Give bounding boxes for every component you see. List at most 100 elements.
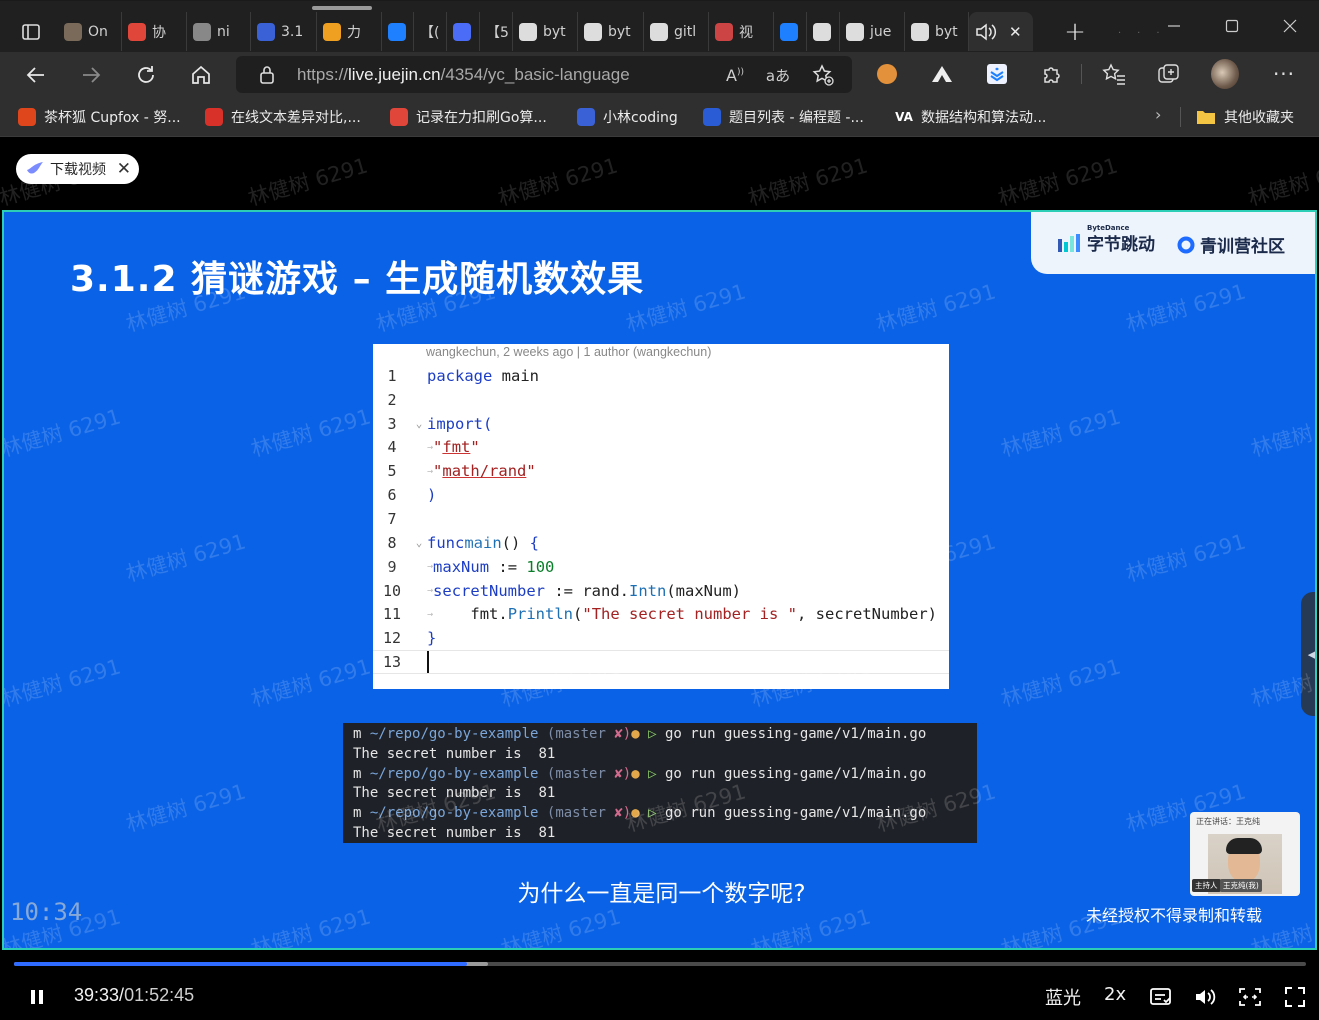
no-record-notice: 未经授权不得录制和转载 <box>1086 906 1263 925</box>
code-line: 8 ⌄ func main() { <box>387 533 539 552</box>
close-download-icon[interactable]: ✕ <box>117 159 131 179</box>
browser-tab[interactable] <box>774 12 807 51</box>
brand-box: ByteDance 字节跳动 青训营社区 <box>1031 212 1315 274</box>
text-cursor <box>427 651 429 674</box>
current-time: 39:33 <box>74 985 120 1005</box>
home-button[interactable] <box>184 58 218 92</box>
new-tab-button[interactable]: + <box>1058 15 1092 49</box>
browser-tab[interactable] <box>382 12 414 51</box>
nowcoder-icon <box>703 108 721 126</box>
tab-actions-button[interactable] <box>14 15 48 49</box>
browser-tab[interactable]: byt <box>578 12 644 51</box>
close-window-button[interactable] <box>1261 1 1319 51</box>
maximize-icon <box>1225 19 1239 33</box>
bear-logo-icon <box>577 108 595 126</box>
read-aloud-button[interactable]: A)) <box>720 60 750 90</box>
back-button[interactable] <box>19 58 53 92</box>
speed-selector[interactable]: 2x <box>1104 984 1126 1005</box>
side-panel-toggle[interactable]: ◀ <box>1301 592 1317 716</box>
pause-button[interactable] <box>22 982 52 1012</box>
code-line: 4 → "fmt" <box>387 438 480 457</box>
minimize-button[interactable] <box>1145 1 1203 51</box>
browser-tab[interactable]: 力 <box>317 12 382 51</box>
cupfox-icon <box>18 108 36 126</box>
speaker-hair <box>1226 838 1262 854</box>
quality-selector[interactable]: 蓝光 <box>1045 984 1081 1010</box>
watermark-text: 林健树 6291 <box>1248 404 1316 462</box>
juejin-extension-icon <box>987 64 1007 84</box>
bird-logo-icon <box>27 162 43 174</box>
profile-button[interactable] <box>1211 59 1239 89</box>
bookmark-item[interactable]: 题目列表 - 编程题 -... <box>703 106 864 128</box>
code-line: 2 <box>387 390 397 409</box>
lock-icon <box>260 66 274 84</box>
community-name: 青训营社区 <box>1200 237 1285 257</box>
extension-orange-button[interactable] <box>873 60 901 88</box>
bookmark-item[interactable]: 茶杯狐 Cupfox - 努... <box>18 106 181 128</box>
browser-tab[interactable]: On <box>58 12 122 51</box>
bookmarks-overflow-chevron-icon[interactable]: › <box>1155 105 1161 124</box>
other-bookmarks-folder[interactable]: 其他收藏夹 <box>1196 106 1294 128</box>
volume-button[interactable] <box>1190 982 1220 1012</box>
settings-more-button[interactable]: ··· <box>1270 60 1298 88</box>
browser-tab[interactable] <box>807 12 840 51</box>
browser-tab[interactable]: gitl <box>644 12 709 51</box>
address-bar[interactable]: https://live.juejin.cn/4354/yc_basic-lan… <box>236 56 852 93</box>
bookmark-item[interactable]: 记录在力扣刷Go算... <box>390 106 547 128</box>
browser-tab[interactable] <box>447 12 480 51</box>
tab-label: 【5 <box>486 24 509 41</box>
browser-tab[interactable]: 协 <box>122 12 187 51</box>
speaker-thumbnail[interactable]: 正在讲话：王克纯 主持人 王克纯(我) <box>1190 812 1300 896</box>
extension-juejin-button[interactable] <box>983 60 1011 88</box>
bookmark-label: 记录在力扣刷Go算... <box>416 110 547 126</box>
browser-tab[interactable]: byt <box>513 12 578 51</box>
bookmark-label: 题目列表 - 编程题 -... <box>729 110 864 126</box>
browser-tab[interactable]: 视 <box>709 12 774 51</box>
favorites-button[interactable] <box>1100 60 1128 88</box>
speaker-role-badge: 主持人 <box>1192 879 1221 892</box>
tab-scroll-indicator <box>312 6 372 10</box>
refresh-button[interactable] <box>129 58 163 92</box>
browser-tab[interactable]: 【5 <box>480 12 513 51</box>
fullscreen-button[interactable] <box>1280 982 1310 1012</box>
browser-tab[interactable]: byt <box>905 12 969 51</box>
collections-button[interactable] <box>1155 60 1183 88</box>
slide-timecode: 10:34 <box>10 898 83 926</box>
window-controls <box>1145 1 1319 53</box>
url-text[interactable]: https://live.juejin.cn/4354/yc_basic-lan… <box>297 65 630 85</box>
progress-bar[interactable] <box>14 962 1306 966</box>
bookmark-item[interactable]: VA 数据结构和算法动... <box>895 106 1046 128</box>
browser-toolbar: https://live.juejin.cn/4354/yc_basic-lan… <box>0 52 1319 97</box>
browser-tab[interactable]: 3.1 <box>251 12 317 51</box>
browser-tab[interactable]: 【( <box>414 12 447 51</box>
forward-button[interactable] <box>74 58 108 92</box>
caret-left-icon: ◀ <box>1307 647 1317 661</box>
bookmark-item[interactable]: 在线文本差异对比,... <box>205 106 361 128</box>
speaker-audio-icon <box>976 22 997 41</box>
toolbar-divider <box>1081 64 1082 84</box>
watermark-text: 林健树 6291 <box>123 779 249 837</box>
bytedance-bars-icon <box>1058 233 1080 252</box>
web-fullscreen-button[interactable] <box>1235 982 1265 1012</box>
extension-mountain-button[interactable] <box>928 60 956 88</box>
subtitle-button[interactable] <box>1146 982 1176 1012</box>
code-line: 10 → secretNumber := rand. Intn (maxNum) <box>382 581 741 600</box>
browser-tab[interactable]: jue <box>840 12 905 51</box>
terminal-dirty-flag: ✘) <box>614 765 632 782</box>
download-video-label: 下载视频 <box>50 162 106 178</box>
watermark-text: 林健树 6291 <box>998 654 1124 712</box>
close-tab-icon[interactable]: ✕ <box>1009 23 1022 41</box>
download-video-button[interactable]: 下载视频 ✕ <box>16 154 139 184</box>
translate-icon: aあ <box>765 66 791 85</box>
bookmark-item[interactable]: 小林coding <box>577 106 678 128</box>
extensions-button[interactable] <box>1038 60 1066 88</box>
terminal-branch: (master <box>546 726 606 742</box>
translate-button[interactable]: aあ <box>763 60 793 90</box>
maximize-button[interactable] <box>1203 1 1261 51</box>
terminal-command-line: m ~/repo/go-by-example (master ✘)● ▷ go … <box>353 725 977 745</box>
browser-tab[interactable]: ni <box>187 12 251 51</box>
video-player[interactable]: 3.1.2 猜谜游戏 – 生成随机数效果 ByteDance 字节跳动 青训营社… <box>2 210 1317 950</box>
active-tab[interactable]: ✕ <box>969 12 1033 51</box>
add-favorite-button[interactable] <box>808 60 838 90</box>
web-fullscreen-icon <box>1239 988 1261 1006</box>
